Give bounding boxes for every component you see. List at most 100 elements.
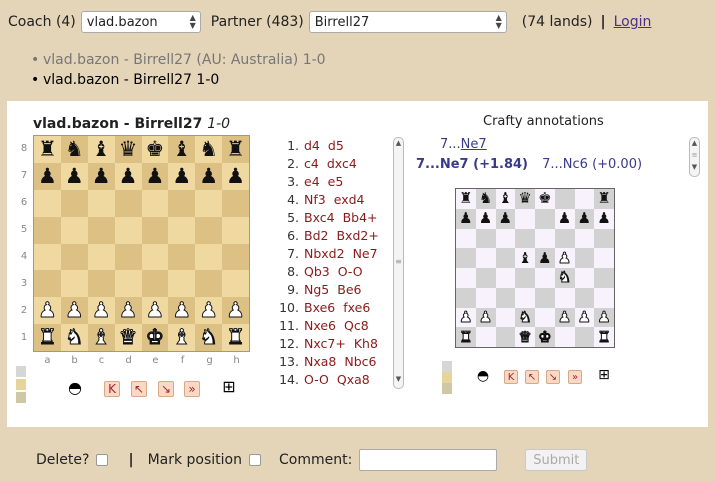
black-move[interactable]: Be6	[337, 282, 361, 297]
board-square[interactable]	[195, 270, 223, 298]
black-knight-icon[interactable]: ♞	[199, 138, 218, 160]
white-pawn-icon[interactable]: ♟	[577, 309, 591, 325]
black-pawn-icon[interactable]: ♟	[92, 165, 111, 187]
board-square[interactable]	[535, 287, 555, 308]
board-square[interactable]: ♝	[515, 248, 535, 268]
scroll-down-icon[interactable]: ▼	[690, 162, 699, 172]
black-bishop-icon[interactable]: ♝	[172, 138, 191, 160]
white-move[interactable]: Bxc4	[304, 210, 335, 225]
mark-position-checkbox[interactable]	[249, 454, 261, 466]
black-pawn-icon[interactable]: ♟	[499, 211, 512, 226]
board-square[interactable]	[141, 270, 169, 298]
last-move-button[interactable]: »	[568, 370, 582, 384]
black-bishop-icon[interactable]: ♝	[92, 138, 111, 160]
black-move[interactable]: d5	[328, 138, 344, 153]
board-square[interactable]	[114, 189, 142, 217]
board-square[interactable]: ♛	[515, 327, 535, 347]
board-square[interactable]	[554, 287, 575, 308]
board-square[interactable]: ♛	[515, 189, 535, 209]
board-square[interactable]	[495, 307, 516, 328]
board-square[interactable]: ♟	[34, 297, 61, 325]
scroll-thumb[interactable]: ≡	[690, 148, 699, 162]
board-square[interactable]	[60, 270, 88, 298]
prev-move-button[interactable]: ↖	[131, 381, 147, 397]
board-square[interactable]: ♟	[141, 297, 169, 325]
white-pawn-icon[interactable]: ♟	[459, 309, 473, 325]
white-knight-icon[interactable]: ♞	[199, 326, 219, 348]
board-square[interactable]: ♟	[594, 307, 614, 328]
board-square[interactable]	[141, 216, 169, 244]
board-square[interactable]	[475, 268, 496, 288]
black-move[interactable]: Bxd2+	[336, 228, 378, 243]
black-pawn-icon[interactable]: ♟	[578, 211, 591, 226]
board-square[interactable]	[535, 228, 555, 249]
board-square[interactable]	[554, 327, 575, 347]
board-square[interactable]: ♛	[114, 136, 142, 163]
board-square[interactable]: ♟	[495, 208, 516, 229]
chess-board[interactable]: ♜ ♞ ♝ ♛ ♚ ♝ ♞ ♜ ♟ ♟ ♟ ♟ ♟ ♟ ♟ ♟ ♟ ♟ ♟ ♟ ♟ ♟ ♟ ♟ ♜ ♞ ♝ ♛ ♚ ♝ ♞ ♜	[33, 135, 250, 352]
board-square[interactable]: ♜	[34, 136, 61, 163]
board-square[interactable]	[34, 270, 61, 298]
board-square[interactable]: ♝	[495, 189, 516, 209]
board-square[interactable]	[594, 248, 614, 268]
board-square[interactable]	[535, 268, 555, 288]
white-move[interactable]: d4	[304, 138, 320, 153]
board-square[interactable]	[168, 189, 196, 217]
white-move[interactable]: Nbxd2	[304, 246, 345, 261]
board-square[interactable]: ♝	[168, 324, 196, 351]
annotation-alt-line[interactable]: 7...Nc6 (+0.00)	[542, 157, 642, 172]
color-swatch[interactable]	[442, 372, 452, 383]
white-pawn-icon[interactable]: ♟	[557, 309, 571, 325]
board-square[interactable]	[60, 243, 88, 271]
board-square[interactable]: ♜	[594, 189, 614, 209]
board-square[interactable]: ♟	[535, 248, 555, 268]
board-square[interactable]: ♟	[594, 208, 614, 229]
board-square[interactable]: ♟	[456, 307, 476, 328]
board-square[interactable]	[114, 243, 142, 271]
flip-board-icon[interactable]: ◓	[67, 378, 83, 397]
board-square[interactable]	[475, 287, 496, 308]
expand-icon[interactable]: ⊞	[596, 367, 612, 383]
board-square[interactable]	[195, 189, 223, 217]
board-square[interactable]: ♟	[574, 307, 595, 328]
board-square[interactable]	[456, 287, 476, 308]
login-link[interactable]: Login	[614, 14, 652, 30]
white-move[interactable]: Nxe6	[304, 318, 336, 333]
black-pawn-icon[interactable]: ♟	[119, 165, 138, 187]
black-pawn-icon[interactable]: ♟	[597, 211, 610, 226]
board-square[interactable]: ♟	[168, 162, 196, 190]
board-square[interactable]	[87, 270, 115, 298]
black-queen-icon[interactable]: ♛	[518, 191, 531, 206]
black-pawn-icon[interactable]: ♟	[146, 165, 165, 187]
white-pawn-icon[interactable]: ♟	[38, 299, 58, 321]
board-square[interactable]	[60, 189, 88, 217]
board-square[interactable]: ♜	[456, 189, 476, 209]
board-square[interactable]	[535, 208, 555, 229]
board-square[interactable]: ♝	[87, 324, 115, 351]
next-move-button[interactable]: ↘	[158, 381, 174, 397]
board-square[interactable]: ♟	[475, 208, 496, 229]
board-square[interactable]	[574, 268, 595, 288]
board-square[interactable]: ♞	[195, 136, 223, 163]
board-square[interactable]: ♞	[475, 189, 496, 209]
board-square[interactable]: ♚	[141, 136, 169, 163]
black-move[interactable]: Ne7	[353, 246, 378, 261]
white-pawn-icon[interactable]: ♟	[172, 299, 192, 321]
board-square[interactable]	[114, 216, 142, 244]
white-move[interactable]: Nf3	[304, 192, 326, 207]
board-square[interactable]	[222, 243, 249, 271]
board-square[interactable]	[495, 248, 516, 268]
board-square[interactable]: ♟	[574, 208, 595, 229]
board-square[interactable]: ♜	[456, 327, 476, 347]
board-square[interactable]	[574, 327, 595, 347]
white-pawn-icon[interactable]: ♟	[145, 299, 165, 321]
white-pawn-icon[interactable]: ♟	[118, 299, 138, 321]
color-swatch[interactable]	[16, 379, 26, 390]
board-square[interactable]: ♝	[87, 136, 115, 163]
black-king-icon[interactable]: ♚	[146, 138, 165, 160]
black-bishop-icon[interactable]: ♝	[518, 250, 531, 266]
board-square[interactable]	[574, 248, 595, 268]
white-pawn-icon[interactable]: ♟	[226, 299, 246, 321]
black-move[interactable]: e5	[328, 174, 344, 189]
board-square[interactable]: ♞	[554, 268, 575, 288]
